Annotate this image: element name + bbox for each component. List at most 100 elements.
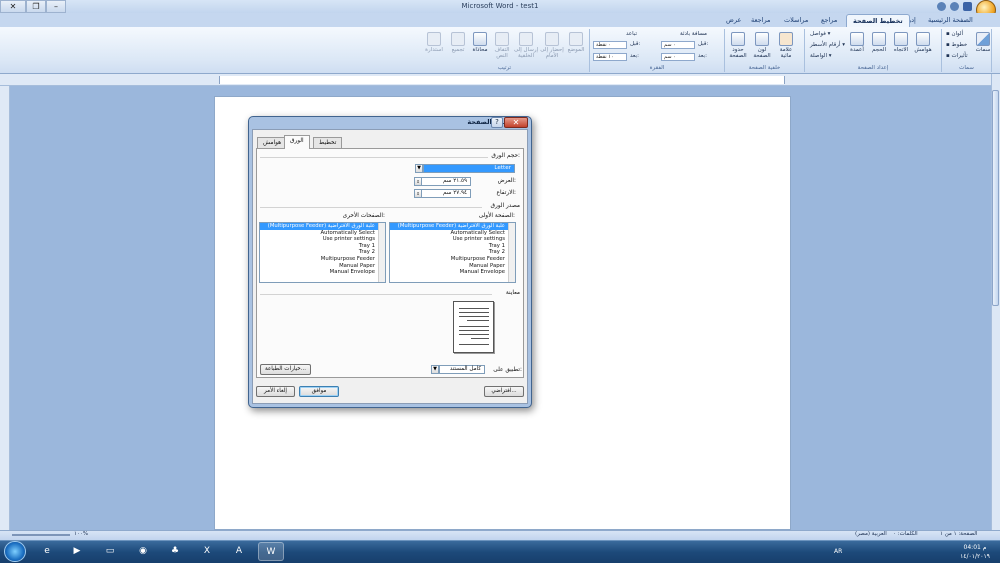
preview-line	[459, 316, 489, 317]
tab-view[interactable]: عرض	[720, 14, 747, 27]
theme-colors-button[interactable]: ▪ ألوان	[946, 31, 963, 37]
theme-effects-button[interactable]: ▪ تأثيرات	[946, 53, 968, 59]
tab-margins[interactable]: هوامش	[257, 137, 288, 148]
status-words[interactable]: الكلمات: ٠	[893, 531, 918, 537]
text-wrapping-button[interactable]: التفاف النص	[492, 32, 512, 59]
media-player-icon[interactable]: ▶	[64, 542, 90, 561]
list-item[interactable]: Manual Paper	[390, 263, 508, 270]
vertical-scroll-thumb[interactable]	[992, 90, 999, 306]
status-language[interactable]: العربية (مصر)	[855, 531, 887, 537]
height-input[interactable]: ٢٧.٩٤ سم	[421, 189, 471, 198]
print-options-button[interactable]: خيارات الطباعة...	[260, 364, 311, 375]
tab-references[interactable]: مراجع	[815, 14, 843, 27]
clock-date[interactable]: ١٤/٠١/٢٠١٩	[955, 553, 995, 560]
theme-fonts-button[interactable]: ▪ خطوط	[946, 42, 967, 48]
tab-mailings[interactable]: مراسلات	[778, 14, 814, 27]
list-item[interactable]: (Multipurpose Feeder) علبة الورق الافترا…	[260, 223, 378, 230]
undo-icon[interactable]	[950, 2, 959, 11]
list-item[interactable]: Multipurpose Feeder	[260, 256, 378, 263]
list-item[interactable]: Use printer settings	[390, 236, 508, 243]
group-button[interactable]: تجميع	[448, 32, 468, 53]
position-button[interactable]: الموضع	[566, 32, 586, 53]
size-button[interactable]: الحجم	[869, 32, 889, 53]
page-color-button[interactable]: لون الصفحة	[752, 32, 772, 59]
indent-left-spinner[interactable]: ٠ سم	[661, 53, 695, 61]
list-item[interactable]: Manual Envelope	[260, 269, 378, 276]
word-taskbar-button[interactable]: W	[258, 542, 284, 561]
orientation-button[interactable]: الاتجاه	[891, 32, 911, 53]
hyphenation-button[interactable]: الواصلة ▾	[810, 53, 832, 59]
rotate-button[interactable]: استدارة	[424, 32, 444, 53]
apply-to-dropdown-arrow[interactable]: ▼	[431, 365, 439, 374]
align-button[interactable]: محاذاة	[470, 32, 490, 53]
tab-paper[interactable]: الورق	[284, 135, 310, 149]
excel-icon[interactable]: X	[194, 542, 220, 561]
tab-home[interactable]: الصفحة الرئيسية	[922, 14, 979, 27]
list-item[interactable]: Automatically Select	[260, 230, 378, 237]
breaks-button[interactable]: فواصل ▾	[810, 31, 830, 37]
dialog-close-button[interactable]: ✕	[504, 117, 528, 128]
space-before-spinner[interactable]: ٠ نقطة	[593, 41, 627, 49]
paper-size-select[interactable]: Letter	[423, 164, 515, 173]
list-item[interactable]: Automatically Select	[390, 230, 508, 237]
dialog-help-button[interactable]: ?	[491, 117, 503, 128]
hyphenation-label: الواصلة	[810, 53, 828, 59]
width-spinner[interactable]: ⇕	[414, 177, 422, 186]
height-spinner[interactable]: ⇕	[414, 189, 422, 198]
margins-button[interactable]: هوامش	[913, 32, 933, 53]
space-after-spinner[interactable]: ١٠ نقطة	[593, 53, 627, 61]
list-item[interactable]: Tray 1	[260, 243, 378, 250]
close-window-button[interactable]: ✕	[0, 0, 26, 13]
preview-line	[459, 344, 489, 345]
list-item[interactable]: Tray 2	[390, 249, 508, 256]
zoom-slider[interactable]	[12, 534, 70, 536]
save-icon[interactable]	[963, 2, 972, 11]
watermark-button[interactable]: علامة مائية	[776, 32, 796, 59]
start-button[interactable]	[4, 541, 26, 562]
first-page-list-scrollbar[interactable]	[508, 223, 515, 282]
tab-review[interactable]: مراجعة	[745, 14, 777, 27]
list-item[interactable]: Manual Envelope	[390, 269, 508, 276]
other-pages-list-scrollbar[interactable]	[378, 223, 385, 282]
window-title: Microsoft Word - test1	[461, 2, 539, 10]
width-input[interactable]: ٢١.٥٩ سم	[421, 177, 471, 186]
columns-button[interactable]: أعمدة	[847, 32, 867, 53]
list-item[interactable]: (Multipurpose Feeder) علبة الورق الافترا…	[390, 223, 508, 230]
page-borders-button[interactable]: حدود الصفحة	[728, 32, 748, 59]
paper-size-separator	[260, 157, 488, 158]
paper-size-dropdown-arrow[interactable]: ▼	[415, 164, 423, 173]
send-backward-button[interactable]: إرسال إلى الخلفية	[514, 32, 538, 59]
internet-explorer-icon[interactable]: e	[34, 542, 60, 561]
redo-icon[interactable]	[937, 2, 946, 11]
clock-time[interactable]: 04:01 م	[955, 544, 995, 551]
first-page-listbox[interactable]: (Multipurpose Feeder) علبة الورق الافترا…	[389, 222, 516, 283]
vertical-ruler[interactable]	[0, 86, 10, 530]
status-page[interactable]: الصفحة: ١ من ١	[940, 531, 977, 537]
chrome-icon[interactable]: ◉	[130, 542, 156, 561]
indent-right-spinner[interactable]: ٠ سم	[661, 41, 695, 49]
apply-to-label: تطبيق على:	[493, 367, 522, 373]
language-indicator[interactable]: AR	[834, 548, 842, 555]
restore-window-button[interactable]: ❐	[26, 0, 46, 13]
ok-button[interactable]: موافق	[299, 386, 339, 397]
bring-forward-button[interactable]: إحضار إلى الأمام	[540, 32, 564, 59]
set-as-default-button[interactable]: افتراضي...	[484, 386, 524, 397]
list-item[interactable]: Manual Paper	[260, 263, 378, 270]
list-item[interactable]: Tray 2	[260, 249, 378, 256]
minimize-window-button[interactable]: –	[46, 0, 66, 13]
list-item[interactable]: Multipurpose Feeder	[390, 256, 508, 263]
file-explorer-icon[interactable]: ▭	[97, 542, 123, 561]
pdf-icon[interactable]: A	[226, 542, 252, 561]
tab-layout[interactable]: تخطيط	[313, 137, 343, 148]
themes-button[interactable]: سمات	[973, 32, 993, 53]
status-zoom[interactable]: ١٠٠%	[74, 531, 88, 537]
tab-page-layout[interactable]: تخطيط الصفحة	[846, 14, 910, 27]
app-icon[interactable]: ♣	[162, 542, 188, 561]
cancel-button[interactable]: إلغاء الأمر	[256, 386, 295, 397]
watermark-label: علامة مائية	[779, 47, 793, 59]
other-pages-listbox[interactable]: (Multipurpose Feeder) علبة الورق الافترا…	[259, 222, 386, 283]
line-numbers-button[interactable]: أرقام الأسطر ▾	[810, 42, 845, 48]
list-item[interactable]: Tray 1	[390, 243, 508, 250]
list-item[interactable]: Use printer settings	[260, 236, 378, 243]
apply-to-select[interactable]: كامل المستند	[439, 365, 485, 374]
